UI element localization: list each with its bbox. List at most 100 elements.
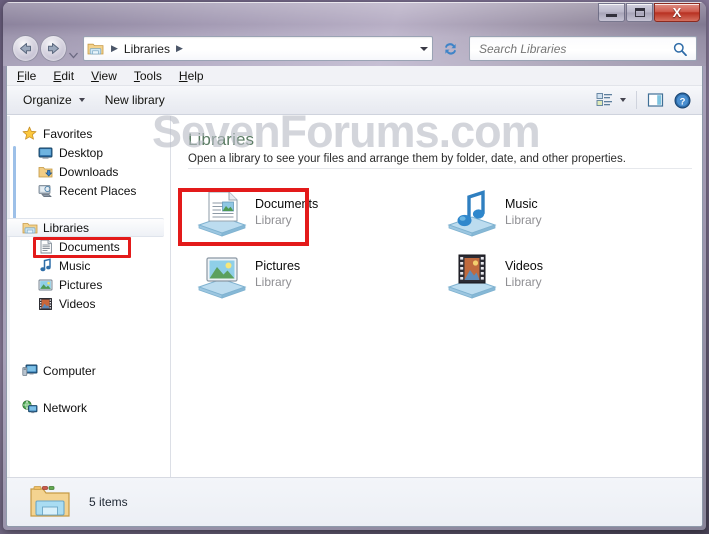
sidebar-item-music[interactable]: Music <box>7 256 170 275</box>
content-split: Favorites Desktop Downloads Recent Place… <box>7 116 702 478</box>
back-arrow-icon <box>20 43 31 54</box>
library-item-music[interactable]: Music Library <box>438 185 688 239</box>
star-icon <box>21 126 38 142</box>
menu-edit[interactable]: Edit <box>53 69 74 83</box>
library-item-text: Videos Library <box>505 258 543 290</box>
explorer-window: X ▶ Libraries ▶ Search Libraries SevenFo… <box>3 2 706 530</box>
menu-view[interactable]: View <box>91 69 117 83</box>
videos-library-icon <box>447 254 497 299</box>
help-icon: ? <box>674 92 691 108</box>
search-icon[interactable] <box>670 42 690 56</box>
music-library-icon <box>447 190 497 237</box>
search-box[interactable] <box>469 36 697 61</box>
nav-gap <box>7 204 170 218</box>
refresh-button[interactable] <box>437 36 463 61</box>
close-button[interactable]: X <box>654 3 700 22</box>
sidebar-item-recent-places[interactable]: Recent Places <box>7 181 170 200</box>
menu-bar: File Edit View Tools Help <box>7 66 702 86</box>
library-item-kind: Library <box>505 213 542 227</box>
help-button[interactable]: ? <box>669 89 696 112</box>
documents-library-icon <box>197 191 247 237</box>
command-bar: Organize New library ? <box>7 86 702 115</box>
menu-file[interactable]: File <box>17 69 36 83</box>
minimize-icon <box>606 14 617 17</box>
sidebar-item-libraries[interactable]: Libraries <box>7 218 164 237</box>
chevron-down-icon <box>420 47 428 51</box>
menu-help[interactable]: Help <box>179 69 204 83</box>
change-view-icon <box>596 93 612 106</box>
chevron-down-icon <box>620 98 626 102</box>
maximize-button[interactable] <box>626 3 653 22</box>
nav-gap <box>7 380 170 398</box>
documents-icon <box>37 239 54 255</box>
library-item-videos[interactable]: Videos Library <box>438 247 688 301</box>
library-item-documents[interactable]: Documents Library <box>188 185 438 239</box>
music-icon <box>37 258 54 274</box>
back-button[interactable] <box>12 35 39 62</box>
organize-label: Organize <box>23 93 72 107</box>
search-input[interactable] <box>470 41 670 56</box>
maximize-icon <box>634 8 645 17</box>
page-title: Libraries <box>188 130 255 149</box>
sidebar-item-desktop[interactable]: Desktop <box>7 143 170 162</box>
desktop-icon <box>37 145 54 161</box>
network-icon <box>21 400 38 416</box>
breadcrumb-item-libraries[interactable]: Libraries <box>122 42 172 56</box>
breadcrumb-sep-trailing[interactable]: ▶ <box>172 43 187 54</box>
caption-button-group: X <box>597 3 700 22</box>
sidebar-item-downloads[interactable]: Downloads <box>7 162 170 181</box>
client-area: SevenForums.com File Edit View Tools Hel… <box>6 66 703 527</box>
minimize-button[interactable] <box>598 3 625 22</box>
new-library-button[interactable]: New library <box>95 89 175 112</box>
sidebar-item-computer[interactable]: Computer <box>7 361 170 380</box>
sidebar-label: Favorites <box>43 126 93 141</box>
forward-button[interactable] <box>40 35 67 62</box>
organize-button[interactable]: Organize <box>13 89 95 112</box>
address-dropdown-button[interactable] <box>418 43 430 55</box>
new-library-label: New library <box>104 93 165 107</box>
sidebar-label: Videos <box>59 296 96 311</box>
sidebar-label: Music <box>59 258 91 273</box>
sidebar-item-favorites[interactable]: Favorites <box>7 124 170 143</box>
nav-group-favorites: Favorites Desktop Downloads Recent Place… <box>7 124 170 200</box>
sidebar-item-videos[interactable]: Videos <box>7 294 170 313</box>
library-item-text: Documents Library <box>255 196 318 228</box>
breadcrumb-sep-leading: ▶ <box>111 43 118 53</box>
library-item-pictures[interactable]: Pictures Library <box>188 247 438 301</box>
videos-icon <box>37 296 54 312</box>
sidebar-label: Recent Places <box>59 183 137 198</box>
status-text: 5 items <box>89 495 128 509</box>
library-item-name: Documents <box>255 197 319 211</box>
recent-pages-button[interactable] <box>69 46 78 59</box>
address-bar[interactable]: ▶ Libraries ▶ <box>83 36 433 61</box>
pictures-icon <box>37 277 54 293</box>
library-item-text: Music Library <box>505 196 542 228</box>
chevron-down-icon <box>69 52 78 59</box>
sidebar-label: Computer <box>43 363 96 378</box>
libraries-folder-icon <box>30 486 70 517</box>
downloads-icon <box>37 164 54 180</box>
preview-pane-icon <box>647 93 664 107</box>
toolbar-divider <box>636 91 637 109</box>
sidebar-label: Documents <box>59 239 120 254</box>
library-item-name: Pictures <box>255 259 301 273</box>
sidebar-item-network[interactable]: Network <box>7 398 170 417</box>
sidebar-item-documents[interactable]: Documents <box>7 237 170 256</box>
sidebar-label: Desktop <box>59 145 104 160</box>
recent-places-icon <box>37 183 54 199</box>
preview-pane-button[interactable] <box>642 89 669 112</box>
sidebar-label: Network <box>43 400 88 415</box>
library-item-kind: Library <box>505 275 542 289</box>
navigation-pane: Favorites Desktop Downloads Recent Place… <box>7 116 171 478</box>
change-view-button[interactable] <box>591 89 631 112</box>
sidebar-label: Pictures <box>59 277 103 292</box>
library-item-name: Videos <box>505 259 543 273</box>
sidebar-item-pictures[interactable]: Pictures <box>7 275 170 294</box>
library-item-kind: Library <box>255 213 292 227</box>
libraries-icon <box>21 220 38 236</box>
nav-gap <box>7 317 170 361</box>
library-item-text: Pictures Library <box>255 258 300 290</box>
menu-tools[interactable]: Tools <box>134 69 162 83</box>
sidebar-label: Libraries <box>43 220 90 235</box>
chevron-down-icon <box>78 98 85 102</box>
